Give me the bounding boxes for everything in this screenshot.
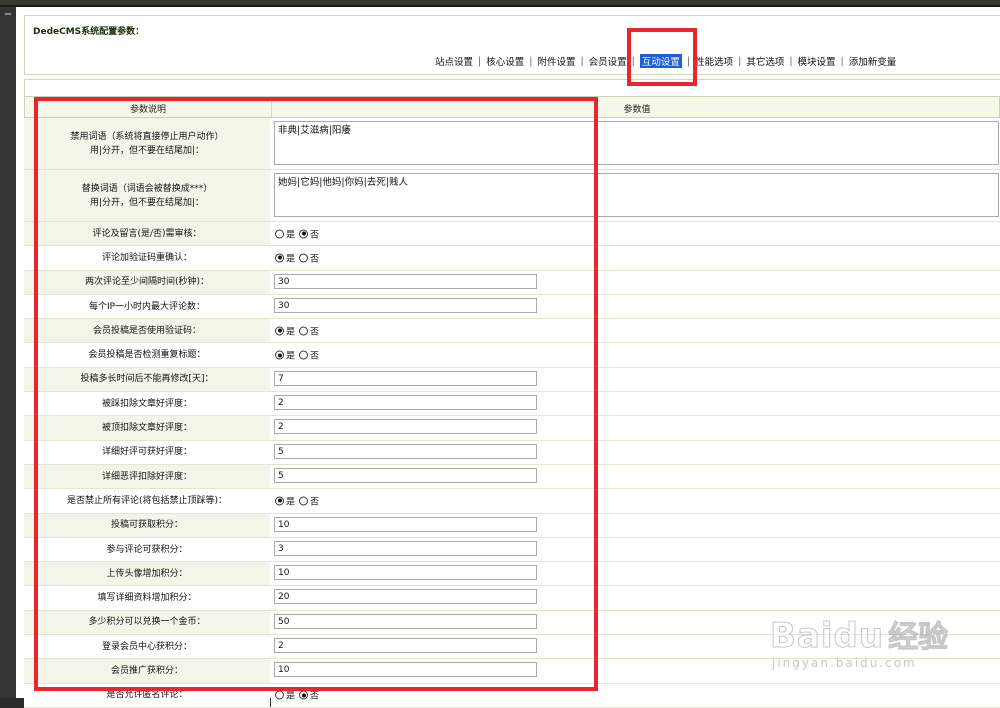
tab-4[interactable]: 会员设置 <box>589 54 627 68</box>
watermark-url: jingyan.baidu.com <box>772 656 917 670</box>
tab-1[interactable]: 站点设置 <box>435 54 473 68</box>
tab-separator: | <box>789 55 793 67</box>
left-frame-strip <box>0 7 16 698</box>
tab-separator: | <box>478 55 482 67</box>
annotation-highlight-tab <box>627 28 697 86</box>
tab-separator: | <box>840 55 844 67</box>
watermark-logo-tail: du <box>833 616 885 657</box>
tab-6[interactable]: 性能选项 <box>695 54 733 68</box>
tab-2[interactable]: 核心设置 <box>486 54 524 68</box>
annotation-highlight-settings <box>34 97 598 691</box>
radio-button-icon[interactable] <box>299 690 309 700</box>
window-top-bar <box>0 0 1000 7</box>
tab-separator: | <box>580 55 584 67</box>
radio-button-icon[interactable] <box>275 690 284 700</box>
tab-separator: | <box>738 55 742 67</box>
frame-marker <box>5 13 11 15</box>
toolbar-spacer <box>24 79 1000 97</box>
tab-separator: | <box>529 55 533 67</box>
watermark-cn: 经验 <box>888 620 949 656</box>
page-title: DedeCMS系统配置参数： <box>33 27 145 37</box>
watermark-logo: Bai <box>770 616 834 657</box>
tab-8[interactable]: 模块设置 <box>798 54 836 68</box>
config-header: DedeCMS系统配置参数： 站点设置 | 核心设置 | 附件设置 | 会员设置 | 互动设置 |… <box>24 15 1000 75</box>
baidu-jingyan-watermark: Baidu 经验 jingyan.baidu.com <box>770 612 990 682</box>
tab-7[interactable]: 其它选项 <box>746 54 784 68</box>
tab-3[interactable]: 附件设置 <box>537 54 575 68</box>
tab-9[interactable]: 添加新变量 <box>849 54 897 68</box>
